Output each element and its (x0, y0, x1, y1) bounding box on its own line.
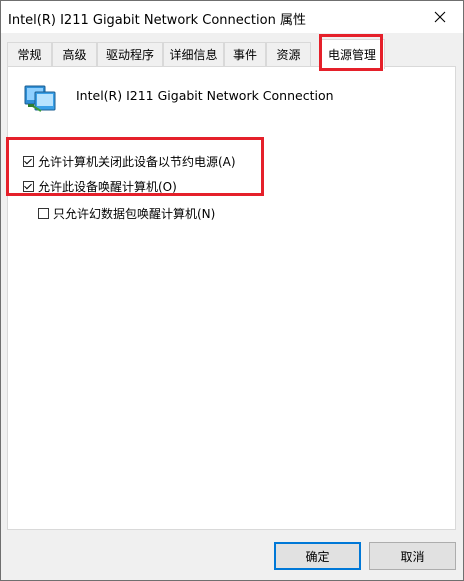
window-title: Intel(R) I211 Gigabit Network Connection… (8, 13, 306, 28)
tab-panel (7, 66, 456, 530)
tab-highlight-box (319, 34, 383, 71)
tab-general[interactable]: 常规 (7, 42, 52, 66)
device-name: Intel(R) I211 Gigabit Network Connection (76, 88, 334, 103)
tab-advanced[interactable]: 高级 (52, 42, 97, 66)
tab-events[interactable]: 事件 (224, 42, 266, 66)
cancel-button[interactable]: 取消 (369, 542, 456, 570)
tab-details[interactable]: 详细信息 (163, 42, 224, 66)
tab-driver[interactable]: 驱动程序 (97, 42, 163, 66)
option-label: 只允许幻数据包唤醒计算机(N) (53, 207, 216, 221)
properties-dialog: Intel(R) I211 Gigabit Network Connection… (0, 0, 464, 581)
network-adapter-icon (24, 85, 56, 112)
title-bar: Intel(R) I211 Gigabit Network Connection… (1, 1, 463, 33)
close-icon[interactable] (417, 1, 463, 33)
tab-strip: 常规 高级 驱动程序 详细信息 事件 资源 电源管理 (7, 39, 457, 69)
tab-resources[interactable]: 资源 (266, 42, 311, 66)
ok-button[interactable]: 确定 (274, 542, 361, 570)
options-highlight-box (6, 137, 264, 196)
checkbox-magic-packet-only[interactable] (38, 208, 49, 219)
option-magic-packet-only[interactable]: 只允许幻数据包唤醒计算机(N) (38, 205, 215, 222)
